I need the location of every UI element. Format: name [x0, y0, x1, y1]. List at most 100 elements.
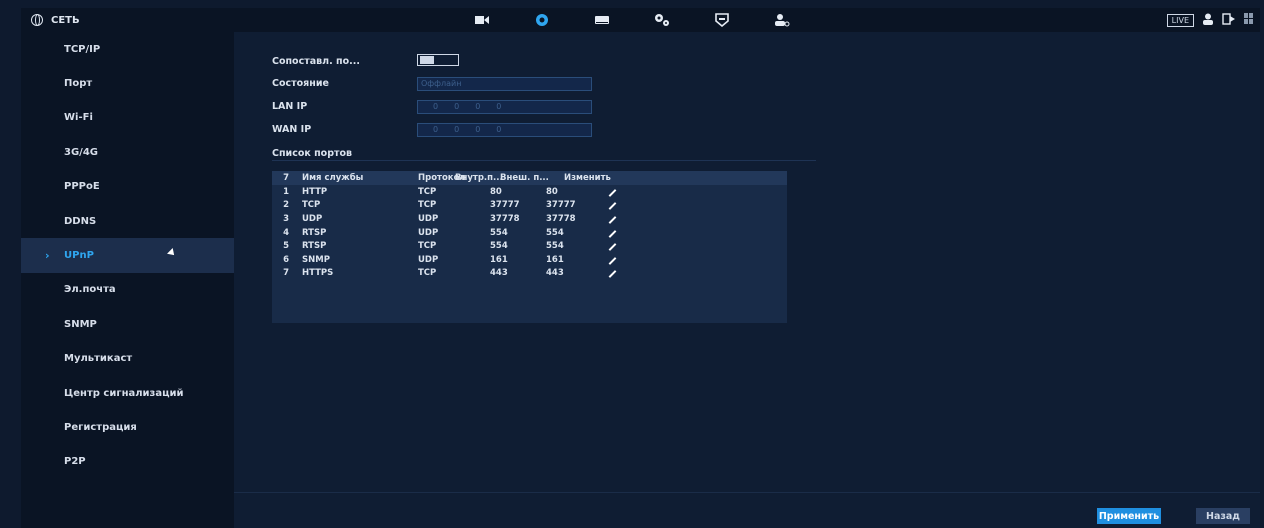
table-row[interactable]: 5 RTSP TCP 554 554 [272, 239, 787, 253]
port-list-label: Список портов [272, 148, 353, 159]
sidebar-item-label: 3G/4G [64, 146, 98, 158]
protocol: TCP [418, 186, 437, 197]
sidebar-item-port[interactable]: Порт [21, 66, 234, 100]
sidebar-item-ddns[interactable]: DDNS [21, 204, 234, 238]
service-name: RTSP [302, 241, 327, 252]
table-row[interactable]: 2 TCP TCP 37777 37777 [272, 199, 787, 213]
lan-ip-field: 0 0 0 0 [417, 100, 592, 114]
edit-icon[interactable] [608, 229, 617, 238]
sidebar-item-label: PPPoE [64, 181, 100, 193]
sidebar-item-snmp[interactable]: SNMP [21, 307, 234, 341]
external-port: 37778 [546, 213, 576, 224]
divider [234, 492, 1260, 493]
status-value: Оффлайн [421, 79, 462, 88]
sidebar-item-label: Центр сигнализаций [64, 387, 184, 399]
table-row[interactable]: 1 HTTP TCP 80 80 [272, 185, 787, 199]
ip-octet: 0 [496, 125, 502, 134]
header-service[interactable]: Имя службы [302, 173, 418, 183]
sidebar-item-email[interactable]: Эл.почта [21, 273, 234, 307]
header-modify: Изменить [564, 173, 611, 183]
internal-port: 80 [490, 186, 502, 197]
main-nav [473, 8, 833, 32]
table-row[interactable]: 4 RTSP UDP 554 554 [272, 226, 787, 240]
header-count: 7 [283, 173, 289, 183]
service-name: HTTPS [302, 268, 334, 279]
sidebar-item-label: DDNS [64, 215, 97, 227]
sidebar-item-p2p[interactable]: P2P [21, 445, 234, 479]
live-button[interactable]: LIVE [1166, 13, 1194, 27]
grid-icon[interactable] [1244, 12, 1254, 28]
sidebar-item-label: TCP/IP [64, 43, 101, 55]
header-internal-port[interactable]: Внутр.п... [455, 173, 503, 183]
apply-button[interactable]: Применить [1097, 508, 1161, 524]
sidebar-item-upnp[interactable]: UPnP [21, 238, 234, 273]
camera-icon[interactable] [473, 13, 491, 27]
table-row[interactable]: 3 UDP UDP 37778 37778 [272, 212, 787, 226]
edit-icon[interactable] [608, 188, 617, 197]
service-name: UDP [302, 213, 323, 224]
edit-icon[interactable] [608, 270, 617, 279]
sidebar: TCP/IP Порт Wi-Fi 3G/4G PPPoE DDNS UPnP … [21, 32, 234, 528]
row-index: 3 [283, 213, 289, 224]
table-row[interactable]: 6 SNMP UDP 161 161 [272, 253, 787, 267]
network-icon[interactable] [533, 13, 551, 27]
service-name: TCP [302, 200, 321, 211]
logout-icon[interactable] [1222, 12, 1236, 28]
edit-icon[interactable] [608, 243, 617, 252]
storage-icon[interactable] [593, 13, 611, 27]
upnp-panel: Сопоставл. по... Состояние Оффлайн LAN I… [234, 32, 1260, 528]
service-name: SNMP [302, 254, 330, 265]
ip-octet: 0 [454, 125, 460, 134]
port-table: 7 Имя службы Протокол Внутр.п... Внеш. п… [272, 171, 787, 323]
sidebar-item-multicast[interactable]: Мультикаст [21, 342, 234, 376]
sidebar-item-pppoe[interactable]: PPPoE [21, 170, 234, 204]
ip-octet: 0 [454, 102, 460, 111]
table-header: 7 Имя службы Протокол Внутр.п... Внеш. п… [272, 171, 787, 185]
sidebar-item-wifi[interactable]: Wi-Fi [21, 101, 234, 135]
top-bar: СЕТЬ LIVE [21, 8, 1260, 32]
sidebar-item-label: UPnP [64, 250, 94, 262]
service-name: HTTP [302, 186, 328, 197]
account-icon[interactable] [773, 13, 791, 27]
sidebar-item-label: Мультикаст [64, 353, 133, 365]
row-index: 1 [283, 186, 289, 197]
edit-icon[interactable] [608, 216, 617, 224]
security-icon[interactable] [713, 13, 731, 27]
protocol: TCP [418, 268, 437, 279]
internal-port: 554 [490, 241, 508, 252]
external-port: 37777 [546, 200, 576, 211]
sidebar-item-label: P2P [64, 456, 86, 468]
table-row[interactable]: 7 HTTPS TCP 443 443 [272, 267, 787, 281]
external-port: 443 [546, 268, 564, 279]
user-icon[interactable] [1202, 13, 1214, 28]
top-right-controls: LIVE [1166, 8, 1254, 32]
sidebar-item-label: Регистрация [64, 421, 137, 433]
header-protocol[interactable]: Протокол [418, 173, 466, 183]
back-button[interactable]: Назад [1196, 508, 1250, 524]
ip-octet: 0 [475, 102, 481, 111]
settings-icon[interactable] [653, 13, 671, 27]
mapping-toggle[interactable] [417, 54, 459, 66]
sidebar-item-label: Wi-Fi [64, 112, 93, 124]
row-index: 2 [283, 200, 289, 211]
ip-octet: 0 [433, 102, 439, 111]
internal-port: 37777 [490, 200, 520, 211]
row-index: 6 [283, 254, 289, 265]
header-external-port[interactable]: Внеш. п... [500, 173, 562, 183]
edit-icon[interactable] [608, 256, 617, 265]
sidebar-item-tcpip[interactable]: TCP/IP [21, 32, 234, 66]
protocol: UDP [418, 213, 439, 224]
section-title: СЕТЬ [51, 14, 80, 26]
protocol: UDP [418, 227, 439, 238]
sidebar-item-3g4g[interactable]: 3G/4G [21, 135, 234, 169]
sidebar-item-alarm-center[interactable]: Центр сигнализаций [21, 376, 234, 410]
sidebar-item-label: SNMP [64, 318, 97, 330]
protocol: TCP [418, 241, 437, 252]
divider [272, 160, 816, 161]
mapping-label: Сопоставл. по... [272, 56, 360, 67]
sidebar-item-registration[interactable]: Регистрация [21, 410, 234, 444]
edit-icon[interactable] [608, 202, 617, 211]
section-header: СЕТЬ [21, 14, 80, 26]
ip-octet: 0 [433, 125, 439, 134]
status-label: Состояние [272, 78, 329, 89]
